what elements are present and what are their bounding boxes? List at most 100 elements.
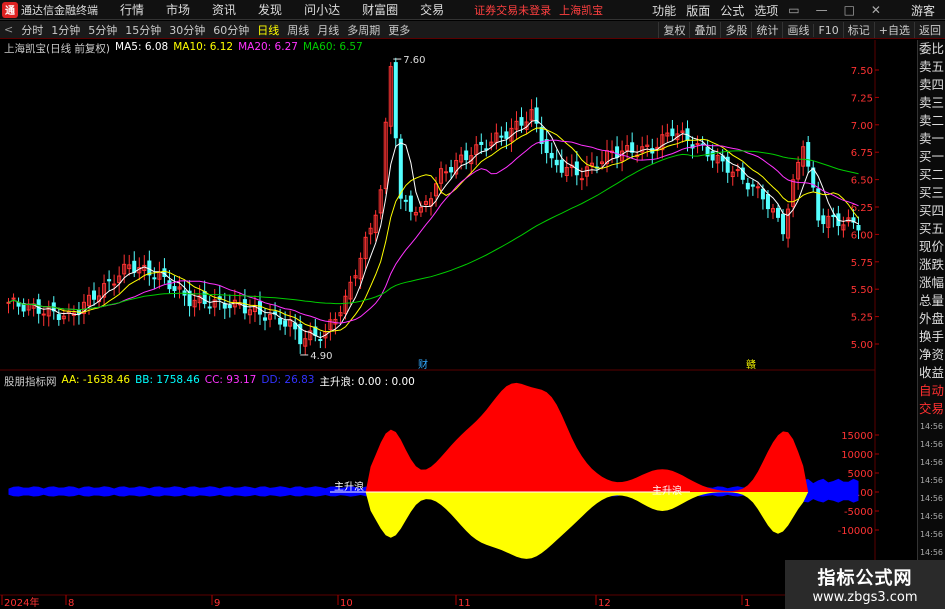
candle-body <box>162 268 167 278</box>
menu-options[interactable]: 选项 <box>754 2 778 19</box>
side-sell3: 卖三 <box>918 95 944 110</box>
menu-right: 功能 版面 公式 选项 ▭ — □ ✕ 游客 <box>652 0 945 20</box>
candle-body <box>318 339 323 342</box>
side-buy2: 买二 <box>918 167 944 182</box>
price-tick-label: 6.00 <box>851 230 873 241</box>
candle-body <box>755 186 760 189</box>
candle-body <box>745 182 750 190</box>
minimize-icon[interactable]: — <box>816 3 828 17</box>
menu-function[interactable]: 功能 <box>652 2 676 19</box>
btn-draw[interactable]: 画线 <box>782 22 813 38</box>
menu-market[interactable]: 行情 <box>120 1 144 18</box>
login-notice[interactable]: 证券交易未登录 <box>474 2 551 18</box>
candle-body <box>750 184 755 187</box>
date-tick-label: 9 <box>214 598 220 609</box>
candle-body <box>821 215 826 225</box>
candle-body <box>776 207 781 218</box>
candle-body <box>403 199 408 202</box>
period-5min[interactable]: 5分钟 <box>84 22 121 38</box>
date-tick-label: 8 <box>68 598 74 609</box>
period-1min[interactable]: 1分钟 <box>47 22 84 38</box>
candle-body <box>781 213 786 235</box>
btn-stats[interactable]: 统计 <box>751 22 782 38</box>
side-time: 14:56 <box>919 440 944 449</box>
menu-bourse[interactable]: 市场 <box>166 1 190 18</box>
back-arrow-icon[interactable]: < <box>4 23 13 36</box>
side-time: 14:56 <box>919 530 944 539</box>
btn-mark[interactable]: 标记 <box>842 22 874 38</box>
stock-name-title: 上海凯宝 <box>559 3 604 17</box>
restore-icon[interactable]: ▭ <box>788 3 799 17</box>
price-tick-label: 5.50 <box>851 285 873 296</box>
btn-adjust[interactable]: 复权 <box>658 22 689 38</box>
period-multi[interactable]: 多周期 <box>343 22 384 38</box>
watermark-url: www.zbgs3.com <box>812 590 918 605</box>
kline-chart[interactable]: 7.507.257.006.756.506.256.005.755.505.25… <box>0 40 917 609</box>
ma10-line <box>8 127 859 333</box>
candle-body <box>615 146 620 158</box>
period-30min[interactable]: 30分钟 <box>165 22 209 38</box>
candle-body <box>554 159 559 166</box>
menu-ask[interactable]: 问小达 <box>304 1 340 18</box>
candle-body <box>449 167 454 173</box>
side-auto[interactable]: 自动 <box>918 382 945 400</box>
candle-body <box>398 138 403 199</box>
period-monthly[interactable]: 月线 <box>313 22 343 38</box>
side-sell1: 卖一 <box>918 131 944 146</box>
candle-body <box>202 291 207 305</box>
candle-body <box>112 283 117 286</box>
indicator-tick-label: -10000 <box>838 526 873 537</box>
finance-marker: 财 <box>418 358 428 371</box>
period-60min[interactable]: 60分钟 <box>209 22 253 38</box>
indicator-tick-label: -5000 <box>844 507 873 518</box>
candle-body <box>227 304 232 309</box>
candle-body <box>283 320 288 327</box>
period-15min[interactable]: 15分钟 <box>121 22 165 38</box>
menu-bar: 通 通达信金融终端 行情 市场 资讯 发现 问小达 财富圈 交易 证券交易未登录… <box>0 0 945 20</box>
menu-discover[interactable]: 发现 <box>258 1 282 18</box>
candle-body <box>695 143 700 146</box>
legend-ma20: MA20: 6.27 <box>238 41 298 53</box>
candle-body <box>856 224 861 231</box>
candle-body <box>393 62 398 139</box>
candle-body <box>504 131 509 139</box>
side-weibi[interactable]: 委比 <box>918 40 945 58</box>
candle-body <box>539 126 544 144</box>
candle-body <box>710 151 715 161</box>
period-daily[interactable]: 日线 <box>253 22 283 38</box>
menu-wealth[interactable]: 财富圈 <box>362 1 398 18</box>
close-icon[interactable]: ✕ <box>871 3 881 17</box>
candle-body <box>41 313 46 316</box>
maximize-icon[interactable]: □ <box>844 3 855 17</box>
btn-overlay[interactable]: 叠加 <box>689 22 720 38</box>
candle-body <box>257 301 262 315</box>
menu-news[interactable]: 资讯 <box>212 1 236 18</box>
candle-body <box>831 214 836 217</box>
btn-return[interactable]: 返回 <box>914 22 945 38</box>
btn-multi-stock[interactable]: 多股 <box>720 22 751 38</box>
period-more[interactable]: 更多 <box>384 22 414 38</box>
side-time: 14:56 <box>919 476 944 485</box>
period-intraday[interactable]: 分时 <box>17 22 47 38</box>
menu-trade[interactable]: 交易 <box>420 1 444 18</box>
candle-body <box>579 178 584 181</box>
side-time: 14:56 <box>919 458 944 467</box>
btn-add-watch[interactable]: +自选 <box>873 22 914 38</box>
btn-f10[interactable]: F10 <box>813 23 842 37</box>
price-tick-label: 5.25 <box>851 313 873 324</box>
date-tick-label: 11 <box>458 598 471 609</box>
quote-sidebar: 委比 卖五 卖四 卖三 卖二 卖一 买一 买二 买三 买四 买五 现价 涨跌 涨… <box>917 40 945 609</box>
menu-formula[interactable]: 公式 <box>720 2 744 19</box>
menu-layout[interactable]: 版面 <box>686 2 710 19</box>
candle-body <box>278 317 283 325</box>
guest-label[interactable]: 游客 <box>911 2 935 19</box>
legend-ma10: MA10: 6.12 <box>173 41 234 53</box>
side-buy3: 买三 <box>918 185 944 200</box>
legend-cc: CC: 93.17 <box>204 374 257 386</box>
candle-body <box>670 128 675 137</box>
legend-dd: DD: 26.83 <box>261 374 315 386</box>
app-title: 通达信金融终端 <box>21 3 98 17</box>
side-trade[interactable]: 交易 <box>918 400 945 418</box>
period-weekly[interactable]: 周线 <box>283 22 313 38</box>
side-netasset: 净资 <box>918 347 944 362</box>
